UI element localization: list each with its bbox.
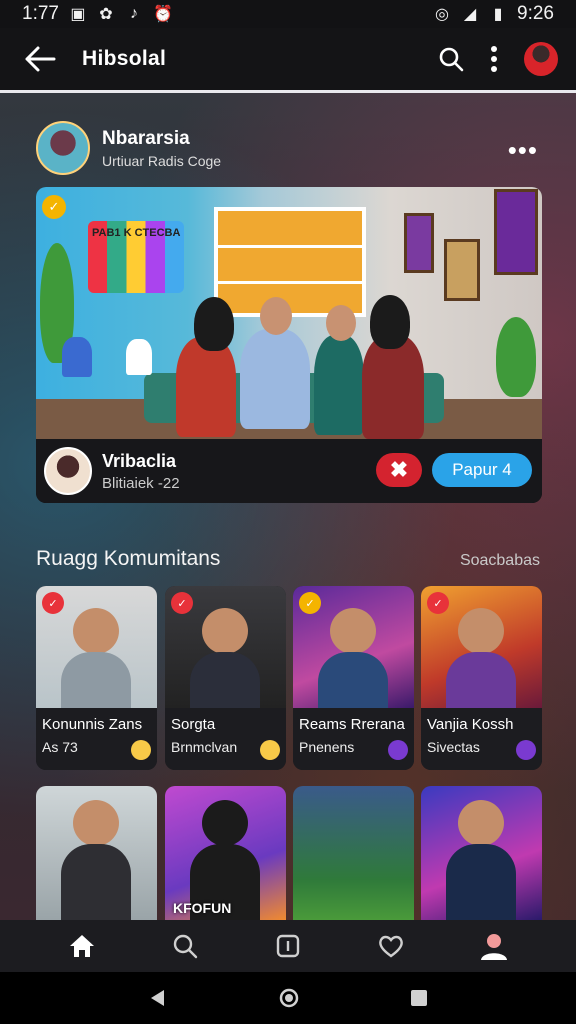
tile-title: Konunnis Zans (42, 716, 143, 733)
studio-sign-text: PAB1 K CTECBA (92, 227, 181, 239)
wall-poster (444, 239, 480, 301)
community-tile[interactable]: ✓ Konunnis Zans As 73 (36, 586, 157, 770)
search-icon[interactable] (438, 46, 464, 72)
status-time: 1:77 (22, 3, 59, 24)
person (176, 337, 236, 437)
tile-title: Reams Rrerana (299, 716, 405, 733)
profile-icon[interactable] (474, 926, 514, 966)
post-header: Nbararsia Urtiuar Radis Coge (36, 121, 221, 175)
tile-title: Vanjia Kossh (427, 716, 514, 733)
music-icon: ♪ (129, 5, 138, 22)
community-tile[interactable]: ✓ Vanjia Kossh Sivectas (421, 586, 542, 770)
upload-icon[interactable] (268, 926, 308, 966)
emoji-icon (516, 740, 536, 760)
more-vert-icon[interactable] (490, 45, 498, 73)
room-scene-image: PAB1 K CTECBA ✓ (36, 187, 542, 439)
feed[interactable]: Nbararsia Urtiuar Radis Coge ••• PAB1 K … (0, 93, 576, 920)
notification-icon: ▣ (70, 6, 86, 23)
settings-notification-icon: ✿ (99, 6, 113, 23)
recents-square-icon[interactable] (410, 989, 428, 1007)
live-badge-icon: ✓ (42, 195, 66, 219)
post-subtitle: Urtiuar Radis Coge (102, 152, 222, 169)
community-tile[interactable] (293, 786, 414, 920)
alarm-icon: ⏰ (152, 6, 173, 23)
person-head (326, 305, 356, 341)
post-more-icon[interactable]: ••• (508, 135, 538, 166)
status-bar: 1:77 ▣ ✿ ♪ ⏰ ◎ ◢ ▮ 9:26 (0, 0, 576, 28)
person-head (370, 295, 410, 349)
live-room-card[interactable]: PAB1 K CTECBA ✓ Vribaclia Blitiaiek -22 … (36, 187, 542, 503)
emoji-icon (388, 740, 408, 760)
community-tile[interactable] (36, 786, 157, 920)
plant (496, 317, 536, 397)
host-avatar[interactable] (44, 447, 92, 495)
post-author-name[interactable]: Nbararsia (102, 128, 221, 150)
page-title: Hibsolal (82, 47, 167, 70)
data-saver-icon: ◎ (435, 6, 449, 23)
host-name[interactable]: Vribaclia (102, 451, 180, 472)
child (126, 339, 152, 375)
system-navigation (0, 972, 576, 1024)
community-tile[interactable]: ✓ Sorgta Brnmclvan (165, 586, 286, 770)
author-avatar[interactable] (36, 121, 90, 175)
back-triangle-icon[interactable] (148, 988, 168, 1008)
heart-icon[interactable] (371, 926, 411, 966)
tile-title: Sorgta (171, 716, 216, 733)
child (62, 337, 92, 377)
signal-icon: ◢ (463, 6, 477, 23)
section-title: Ruagg Komumitans (36, 547, 221, 570)
top-app-bar: Hibsolal (0, 28, 576, 90)
section-header: Ruagg Komumitans Soacbabas (36, 547, 540, 571)
live-badge-icon: ✓ (299, 592, 321, 614)
join-button[interactable]: Papur 4 (432, 453, 532, 487)
bottom-navigation (0, 920, 576, 972)
home-icon[interactable] (62, 926, 102, 966)
user-avatar[interactable] (524, 42, 558, 76)
card-footer: Vribaclia Blitiaiek -22 ✖ Papur 4 (36, 439, 542, 503)
person (240, 329, 310, 429)
bookshelf (214, 207, 366, 317)
live-badge-icon: ✓ (427, 592, 449, 614)
emoji-icon (131, 740, 151, 760)
community-tile[interactable] (421, 786, 542, 920)
community-tile[interactable]: KFOFUN (165, 786, 286, 920)
search-icon[interactable] (165, 926, 205, 966)
person (314, 335, 364, 435)
see-all-link[interactable]: Soacbabas (460, 552, 540, 570)
person-head (194, 297, 234, 351)
battery-icon: ▮ (493, 6, 503, 23)
host-subtitle: Blitiaiek -22 (102, 474, 180, 492)
dismiss-button[interactable]: ✖ (376, 453, 422, 487)
community-tile[interactable]: ✓ Reams Rrerana Pnenens (293, 586, 414, 770)
status-clock: 9:26 (517, 3, 554, 24)
live-badge-icon: ✓ (42, 592, 64, 614)
tile-overlay-text: KFOFUN (173, 900, 232, 916)
wall-poster (404, 213, 434, 273)
person (362, 335, 424, 439)
emoji-icon (260, 740, 280, 760)
live-badge-icon: ✓ (171, 592, 193, 614)
home-circle-icon[interactable] (278, 987, 300, 1009)
back-arrow-icon[interactable] (18, 45, 62, 73)
person-head (260, 297, 292, 335)
wall-poster (494, 189, 538, 275)
